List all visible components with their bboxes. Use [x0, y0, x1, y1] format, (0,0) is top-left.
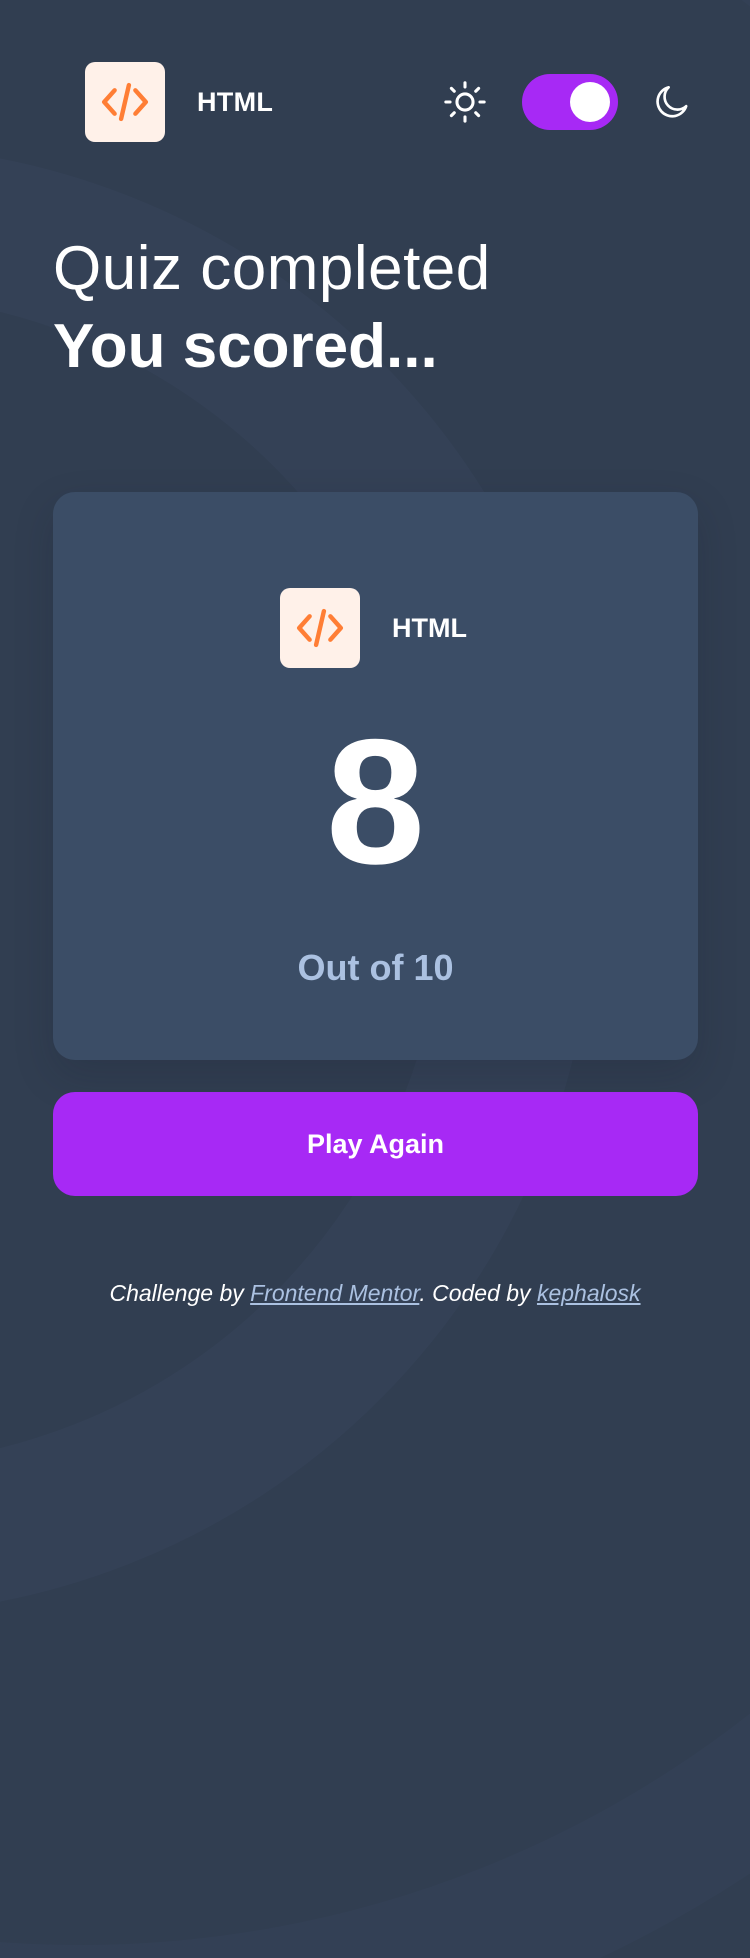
play-again-button[interactable]: Play Again [53, 1092, 698, 1196]
attribution-footer: Challenge by Frontend Mentor. Coded by k… [0, 1280, 750, 1307]
moon-icon [656, 86, 688, 118]
score-card: HTML 8 Out of 10 [53, 492, 698, 1060]
switch-knob [570, 82, 610, 122]
html-icon-tile [280, 588, 360, 668]
subject-label: HTML [197, 86, 274, 117]
header: HTML [0, 0, 750, 205]
html-icon-tile [85, 62, 165, 142]
theme-toggle [440, 72, 700, 132]
score-value: 8 [326, 702, 425, 901]
sun-icon [444, 81, 486, 123]
code-icon [101, 82, 149, 122]
score-card-subject-label: HTML [392, 612, 467, 643]
score-card-subject: HTML [280, 588, 467, 668]
footer-prefix: Challenge by [109, 1280, 251, 1306]
dark-mode-switch[interactable] [522, 74, 618, 130]
score-total: Out of 10 [297, 947, 454, 988]
footer-middle: . Coded by [419, 1280, 537, 1306]
author-link[interactable]: kephalosk [537, 1280, 641, 1306]
results-heading: Quiz completed You scored... [53, 232, 703, 384]
quiz-results-page: HTML Quiz completed You scored... HTML 8… [0, 0, 750, 1958]
frontend-mentor-link[interactable]: Frontend Mentor [250, 1280, 419, 1306]
code-icon [296, 608, 344, 648]
current-subject: HTML [85, 62, 273, 142]
heading-you-scored: You scored... [53, 312, 438, 381]
heading-quiz-completed: Quiz completed [53, 234, 491, 303]
